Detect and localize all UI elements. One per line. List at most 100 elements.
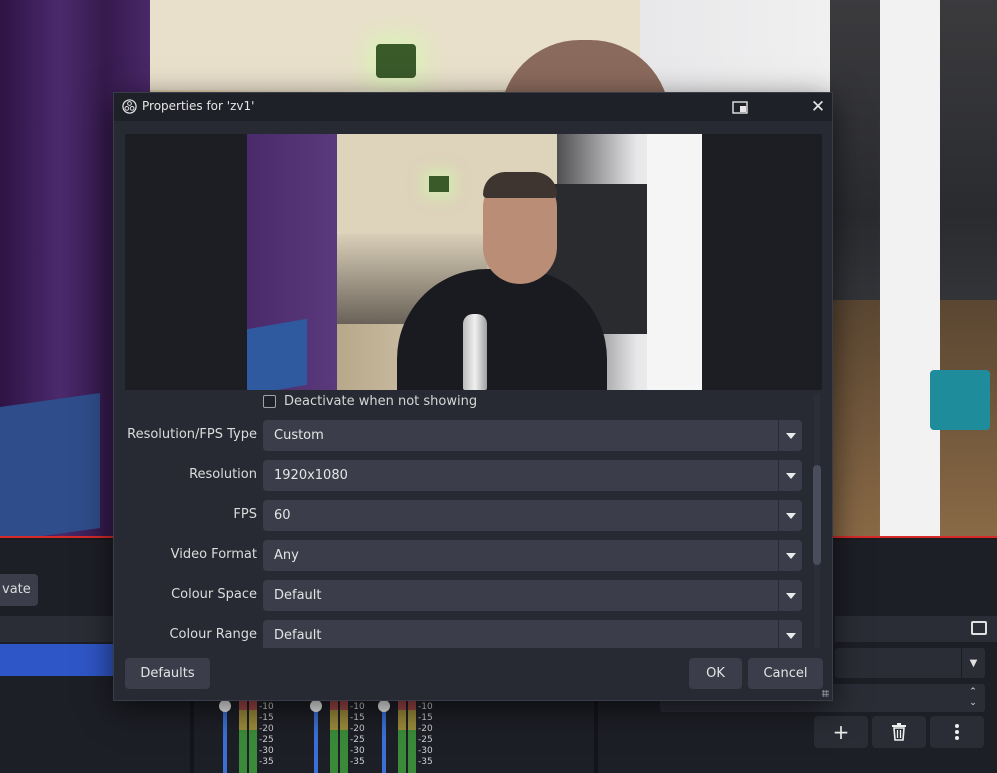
camera-frame	[247, 134, 702, 390]
mixer-channel: -10 -15 -20 -25 -30 -35	[219, 696, 313, 773]
field-resolution-fps-type: Resolution/FPS Type Custom	[125, 420, 810, 451]
cam-lamp	[429, 176, 449, 192]
scale-label: -10	[418, 702, 433, 712]
deactivate-row[interactable]: Deactivate when not showing	[263, 394, 477, 409]
scale-label: -30	[418, 746, 433, 756]
scale-label: -25	[418, 735, 433, 745]
mixer-channel: -10 -15 -20 -25 -30 -35	[378, 696, 472, 773]
field-label: Video Format	[170, 547, 257, 562]
field-video-format: Video Format Any	[125, 540, 810, 571]
volume-fader[interactable]	[314, 706, 318, 773]
volume-fader-knob[interactable]	[378, 700, 390, 712]
volume-fader[interactable]	[382, 706, 386, 773]
select-value: Default	[274, 588, 322, 603]
dialog-titlebar[interactable]: Properties for 'zv1' ✕	[114, 93, 832, 121]
scale-label: -20	[418, 724, 433, 734]
chevron-down-icon	[778, 500, 802, 531]
obs-logo-icon	[122, 99, 137, 114]
scenes-dock-header	[0, 616, 114, 642]
defaults-button[interactable]: Defaults	[125, 658, 210, 689]
select-value: Custom	[274, 428, 324, 443]
meter-scale: -10 -15 -20 -25 -30 -35	[259, 702, 274, 768]
field-label: Resolution	[189, 467, 257, 482]
field-label: Resolution/FPS Type	[127, 427, 257, 442]
restore-window-icon[interactable]	[732, 99, 750, 115]
scale-label: -20	[350, 724, 365, 734]
volume-meter	[330, 700, 348, 773]
resolution-select[interactable]: 1920x1080	[263, 460, 802, 491]
scale-label: -20	[259, 724, 274, 734]
undock-icon[interactable]	[971, 621, 987, 635]
cam-person-hair	[483, 172, 557, 198]
kebab-icon	[955, 724, 959, 740]
volume-meter	[239, 700, 257, 773]
transitions-dock-header	[835, 616, 997, 642]
chevron-down-icon: ▼	[961, 648, 985, 678]
preview-pillar	[880, 0, 940, 536]
field-colour-space: Colour Space Default	[125, 580, 810, 611]
volume-meter	[398, 700, 416, 773]
ok-button[interactable]: OK	[689, 658, 742, 689]
close-icon[interactable]: ✕	[808, 97, 828, 117]
activate-button[interactable]: vate	[0, 574, 38, 606]
remove-transition-button[interactable]	[872, 716, 926, 748]
cam-card	[247, 318, 307, 390]
scale-label: -35	[418, 757, 433, 767]
field-fps: FPS 60	[125, 500, 810, 531]
colour-range-select[interactable]: Default	[263, 620, 802, 648]
scale-label: -35	[259, 757, 274, 767]
scale-label: -30	[350, 746, 365, 756]
select-value: Default	[274, 628, 322, 643]
chevron-down-icon	[778, 620, 802, 648]
scale-label: -10	[350, 702, 365, 712]
colour-space-select[interactable]: Default	[263, 580, 802, 611]
cam-door	[647, 134, 702, 390]
scene-item-selected[interactable]	[0, 644, 114, 676]
field-colour-range: Colour Range Default	[125, 620, 810, 648]
meter-scale: -10 -15 -20 -25 -30 -35	[350, 702, 365, 768]
cam-microphone	[463, 314, 487, 390]
scale-label: -25	[259, 735, 274, 745]
scale-label: -15	[418, 713, 433, 723]
chevron-down-icon	[778, 460, 802, 491]
dialog-title: Properties for 'zv1'	[142, 99, 255, 113]
deactivate-label[interactable]: Deactivate when not showing	[284, 394, 477, 409]
properties-dialog: Properties for 'zv1' ✕ Deactivate when n…	[113, 92, 833, 701]
scale-label: -35	[350, 757, 365, 767]
deactivate-checkbox[interactable]	[263, 395, 276, 408]
field-resolution: Resolution 1920x1080	[125, 460, 810, 491]
transition-select[interactable]: ▼	[835, 648, 985, 678]
resize-grip-icon[interactable]	[822, 690, 829, 697]
chevron-down-icon	[778, 580, 802, 611]
properties-list[interactable]: Deactivate when not showing Resolution/F…	[125, 390, 810, 648]
plus-icon: +	[832, 720, 850, 744]
spin-arrows-icon[interactable]: ⌃ ⌄	[961, 684, 985, 712]
preview-lamp	[376, 44, 416, 78]
scrollbar-thumb[interactable]	[813, 465, 821, 565]
video-format-select[interactable]: Any	[263, 540, 802, 571]
volume-fader[interactable]	[223, 706, 227, 773]
resolution-fps-type-select[interactable]: Custom	[263, 420, 802, 451]
preview-toolbox	[930, 370, 990, 430]
properties-scrollbar[interactable]	[812, 393, 822, 649]
chevron-down-icon	[778, 540, 802, 571]
scale-label: -10	[259, 702, 274, 712]
field-label: Colour Range	[169, 627, 257, 642]
trash-icon	[892, 723, 906, 741]
scale-label: -15	[259, 713, 274, 723]
source-preview	[125, 134, 822, 390]
scale-label: -25	[350, 735, 365, 745]
field-label: FPS	[233, 507, 257, 522]
transition-properties-button[interactable]	[930, 716, 984, 748]
preview-card	[0, 392, 100, 536]
field-label: Colour Space	[171, 587, 257, 602]
select-value: 1920x1080	[274, 468, 348, 483]
volume-fader-knob[interactable]	[219, 700, 231, 712]
select-value: 60	[274, 508, 291, 523]
chevron-down-icon	[778, 420, 802, 451]
cancel-button[interactable]: Cancel	[748, 658, 823, 689]
add-transition-button[interactable]: +	[814, 716, 868, 748]
fps-select[interactable]: 60	[263, 500, 802, 531]
scale-label: -15	[350, 713, 365, 723]
volume-fader-knob[interactable]	[310, 700, 322, 712]
